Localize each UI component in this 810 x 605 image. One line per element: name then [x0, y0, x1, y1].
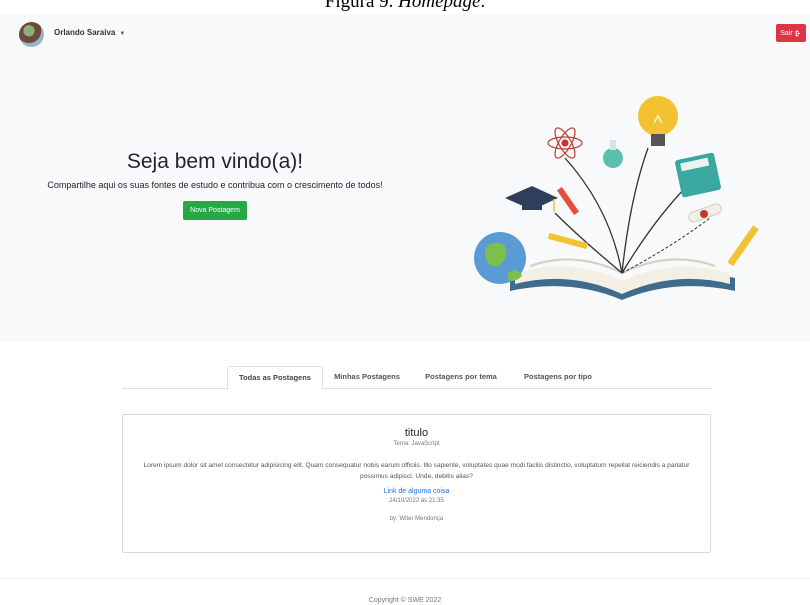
figure-caption: Figura 9. Homepage.	[0, 0, 810, 13]
post-date: 24/10/2022 às 21:35	[389, 498, 444, 504]
tab-todas-as-postagens[interactable]: Todas as Postagens	[227, 366, 323, 390]
footer-copyright: Copyright © SWE 2022	[368, 597, 442, 604]
post-author: by: Witer Mendonça	[389, 516, 444, 522]
footer-divider	[0, 578, 810, 579]
post-link[interactable]: Link de alguma coisa	[123, 488, 710, 495]
figure-caption-prefix: Figura 9.	[324, 0, 399, 12]
post-body: Lorem ipsum dolor sit amet consectetur a…	[143, 462, 690, 480]
avatar[interactable]	[19, 22, 44, 47]
welcome-block: Seja bem vindo(a)! Compartilhe aqui os s…	[20, 150, 410, 220]
education-illustration	[474, 96, 759, 300]
new-post-button[interactable]: Nova Postagem	[183, 201, 247, 220]
post-card: titulo Tema: JavaScript Lorem ipsum dolo…	[122, 414, 711, 553]
chevron-down-icon: ▼	[119, 31, 126, 37]
tab-minhas-postagens[interactable]: Minhas Postagens	[325, 366, 409, 388]
logout-button[interactable]: Sair	[776, 24, 806, 42]
post-theme: Tema: JavaScript	[393, 441, 440, 447]
post-title: titulo	[404, 427, 429, 439]
tab-postagens-por-tema[interactable]: Postagens por tema	[416, 366, 506, 388]
user-name: Orlando Saraiva	[54, 28, 116, 37]
tab-postagens-por-tipo[interactable]: Postagens por tipo	[516, 366, 600, 388]
hero-subtitle: Compartilhe aqui os suas fontes de estud…	[47, 180, 383, 190]
hero-title: Seja bem vindo(a)!	[126, 150, 304, 173]
user-menu[interactable]: Orlando Saraiva ▼	[54, 28, 125, 37]
sign-out-icon	[795, 30, 800, 36]
figure-caption-title: Homepage	[398, 0, 481, 12]
navbar: Orlando Saraiva ▼ Sair	[0, 15, 810, 53]
post-tabs: Todas as Postagens Minhas Postagens Post…	[122, 366, 712, 390]
logout-label: Sair	[780, 29, 793, 37]
